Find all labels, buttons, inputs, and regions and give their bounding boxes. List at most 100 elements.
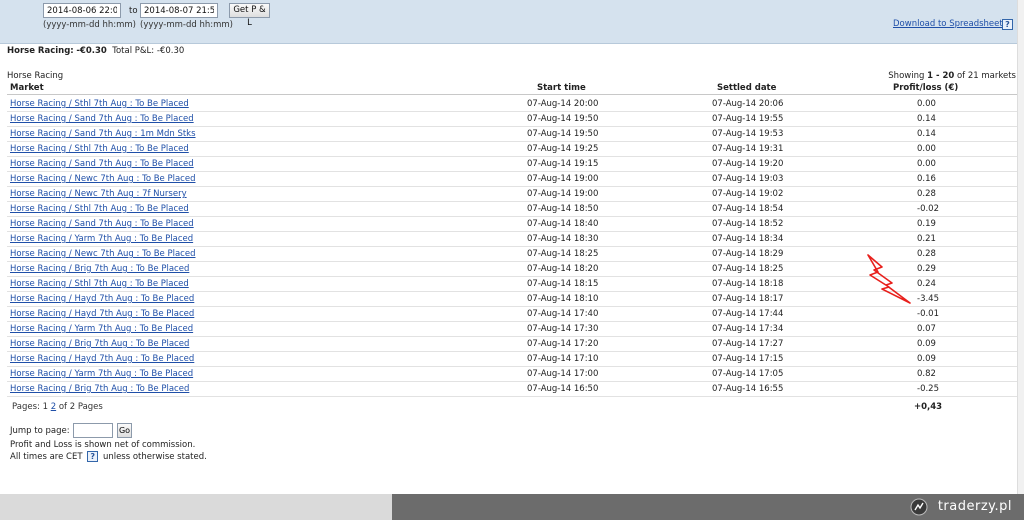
start-time-cell: 07-Aug-14 17:40	[527, 309, 599, 319]
start-time-cell: 07-Aug-14 19:15	[527, 159, 599, 169]
profit-loss-cell: 0.00	[917, 144, 936, 154]
from-date-input[interactable]	[43, 3, 121, 18]
table-row: Horse Racing / Yarm 7th Aug : To Be Plac…	[7, 232, 1017, 247]
start-time-cell: 07-Aug-14 18:10	[527, 294, 599, 304]
start-time-cell: 07-Aug-14 17:20	[527, 339, 599, 349]
settled-date-cell: 07-Aug-14 19:53	[712, 129, 784, 139]
table-row: Horse Racing / Yarm 7th Aug : To Be Plac…	[7, 322, 1017, 337]
market-link[interactable]: Horse Racing / Hayd 7th Aug : To Be Plac…	[10, 354, 194, 364]
profit-loss-cell: 0.19	[917, 219, 936, 229]
showing-range: 1 - 20	[927, 71, 955, 81]
table-header: Market Start time Settled date Profit/lo…	[7, 82, 1017, 95]
start-time-cell: 07-Aug-14 18:25	[527, 249, 599, 259]
settled-date-cell: 07-Aug-14 18:29	[712, 249, 784, 259]
profit-loss-cell: -0.02	[917, 204, 939, 214]
start-time-cell: 07-Aug-14 18:50	[527, 204, 599, 214]
profit-loss-cell: 0.28	[917, 189, 936, 199]
settled-date-cell: 07-Aug-14 18:54	[712, 204, 784, 214]
sport-label: Horse Racing:	[7, 46, 74, 56]
profit-loss-cell: 0.07	[917, 324, 936, 334]
settled-date-cell: 07-Aug-14 18:18	[712, 279, 784, 289]
market-link[interactable]: Horse Racing / Sand 7th Aug : 1m Mdn Stk…	[10, 129, 196, 139]
market-link[interactable]: Horse Racing / Brig 7th Aug : To Be Plac…	[10, 384, 189, 394]
help-icon[interactable]: ?	[1002, 19, 1013, 30]
table-row: Horse Racing / Newc 7th Aug : To Be Plac…	[7, 172, 1017, 187]
market-link[interactable]: Horse Racing / Sthl 7th Aug : To Be Plac…	[10, 144, 189, 154]
market-link[interactable]: Horse Racing / Newc 7th Aug : To Be Plac…	[10, 249, 195, 259]
table-row: Horse Racing / Sand 7th Aug : 1m Mdn Stk…	[7, 127, 1017, 142]
settled-date-cell: 07-Aug-14 19:03	[712, 174, 784, 184]
jump-label: Jump to page:	[10, 426, 70, 436]
sport-value: -€0.30	[76, 46, 107, 56]
column-header-market: Market	[10, 83, 44, 93]
settled-date-cell: 07-Aug-14 18:17	[712, 294, 784, 304]
watermark-text: traderzy.pl	[937, 499, 1012, 514]
go-button[interactable]: Go	[117, 423, 132, 438]
profit-loss-cell: -3.45	[917, 294, 939, 304]
market-link[interactable]: Horse Racing / Sthl 7th Aug : To Be Plac…	[10, 279, 189, 289]
pagination: Pages: 1 2 of 2 Pages	[12, 402, 103, 412]
table-row: Horse Racing / Sthl 7th Aug : To Be Plac…	[7, 142, 1017, 157]
market-link[interactable]: Horse Racing / Brig 7th Aug : To Be Plac…	[10, 339, 189, 349]
profit-loss-cell: 0.09	[917, 339, 936, 349]
pages-label: Pages:	[12, 402, 40, 412]
column-header-settled-date: Settled date	[717, 83, 777, 93]
profit-loss-cell: 0.14	[917, 129, 936, 139]
market-link[interactable]: Horse Racing / Sthl 7th Aug : To Be Plac…	[10, 99, 189, 109]
start-time-cell: 07-Aug-14 17:30	[527, 324, 599, 334]
scrollbar-track[interactable]	[1017, 0, 1024, 494]
get-pl-button[interactable]: Get P & L	[229, 3, 270, 28]
profit-loss-cell: 0.24	[917, 279, 936, 289]
jump-page-input[interactable]	[73, 423, 113, 438]
profit-loss-cell: 0.82	[917, 369, 936, 379]
market-link[interactable]: Horse Racing / Brig 7th Aug : To Be Plac…	[10, 264, 189, 274]
start-time-cell: 07-Aug-14 18:15	[527, 279, 599, 289]
filter-bar: to Get P & L (yyyy-mm-dd hh:mm) (yyyy-mm…	[0, 0, 1017, 44]
market-link[interactable]: Horse Racing / Yarm 7th Aug : To Be Plac…	[10, 234, 193, 244]
profit-loss-cell: -0.01	[917, 309, 939, 319]
start-time-cell: 07-Aug-14 19:50	[527, 129, 599, 139]
showing-count: Showing 1 - 20 of 21 markets	[888, 71, 1016, 81]
settled-date-cell: 07-Aug-14 18:34	[712, 234, 784, 244]
settled-date-cell: 07-Aug-14 17:27	[712, 339, 784, 349]
market-link[interactable]: Horse Racing / Hayd 7th Aug : To Be Plac…	[10, 294, 194, 304]
settled-date-cell: 07-Aug-14 18:52	[712, 219, 784, 229]
download-spreadsheet-link[interactable]: Download to Spreadsheet	[893, 19, 1003, 29]
total-value: -€0.30	[156, 46, 185, 56]
brand-logo-icon	[910, 498, 928, 516]
profit-loss-cell: 0.29	[917, 264, 936, 274]
lightning-arrow-annotation	[867, 254, 911, 304]
profit-loss-cell: 0.00	[917, 99, 936, 109]
start-time-cell: 07-Aug-14 19:00	[527, 174, 599, 184]
pages-suffix: of 2 Pages	[58, 402, 103, 412]
profit-loss-cell: 0.09	[917, 354, 936, 364]
table-row: Horse Racing / Hayd 7th Aug : To Be Plac…	[7, 307, 1017, 322]
market-link[interactable]: Horse Racing / Sand 7th Aug : To Be Plac…	[10, 159, 194, 169]
table-row: Horse Racing / Brig 7th Aug : To Be Plac…	[7, 337, 1017, 352]
start-time-cell: 07-Aug-14 18:30	[527, 234, 599, 244]
to-format-hint: (yyyy-mm-dd hh:mm)	[140, 20, 233, 30]
market-link[interactable]: Horse Racing / Sthl 7th Aug : To Be Plac…	[10, 204, 189, 214]
market-link[interactable]: Horse Racing / Yarm 7th Aug : To Be Plac…	[10, 324, 193, 334]
start-time-cell: 07-Aug-14 20:00	[527, 99, 599, 109]
column-header-profit-loss: Profit/loss (€)	[893, 83, 959, 93]
page-link-2[interactable]: 2	[51, 402, 56, 412]
showing-suffix: of 21 markets	[956, 71, 1016, 81]
table-row: Horse Racing / Sthl 7th Aug : To Be Plac…	[7, 202, 1017, 217]
profit-loss-cell: -0.25	[917, 384, 939, 394]
settled-date-cell: 07-Aug-14 17:15	[712, 354, 784, 364]
market-link[interactable]: Horse Racing / Yarm 7th Aug : To Be Plac…	[10, 369, 193, 379]
market-link[interactable]: Horse Racing / Newc 7th Aug : To Be Plac…	[10, 174, 195, 184]
bottom-strip	[0, 494, 392, 520]
market-link[interactable]: Horse Racing / Hayd 7th Aug : To Be Plac…	[10, 309, 194, 319]
help-icon[interactable]: ?	[87, 451, 99, 462]
table-row: Horse Racing / Sthl 7th Aug : To Be Plac…	[7, 97, 1017, 112]
settled-date-cell: 07-Aug-14 18:25	[712, 264, 784, 274]
table-row: Horse Racing / Sand 7th Aug : To Be Plac…	[7, 112, 1017, 127]
market-link[interactable]: Horse Racing / Sand 7th Aug : To Be Plac…	[10, 114, 194, 124]
market-link[interactable]: Horse Racing / Newc 7th Aug : 7f Nursery	[10, 189, 187, 199]
to-date-input[interactable]	[140, 3, 218, 18]
market-link[interactable]: Horse Racing / Sand 7th Aug : To Be Plac…	[10, 219, 194, 229]
watermark-bar: traderzy.pl	[392, 494, 1024, 520]
table-row: Horse Racing / Newc 7th Aug : 7f Nursery…	[7, 187, 1017, 202]
